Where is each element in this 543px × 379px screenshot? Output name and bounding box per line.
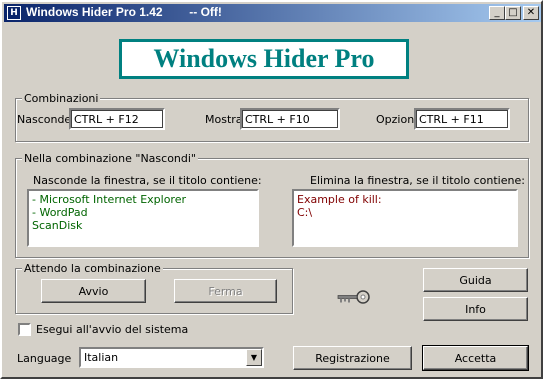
combinazioni-legend: Combinazioni [22, 92, 101, 105]
maximize-button[interactable]: □ [505, 6, 521, 20]
main-window: H Windows Hider Pro 1.42 -- Off! _ □ ✕ W… [0, 0, 543, 379]
mostra-hotkey-field[interactable]: CTRL + F10 [240, 108, 340, 130]
avvio-button[interactable]: Avvio [41, 279, 146, 303]
registrazione-button[interactable]: Registrazione [293, 346, 412, 370]
logo-text: Windows Hider Pro [153, 44, 375, 73]
language-label: Language [17, 352, 72, 365]
guida-button[interactable]: Guida [423, 268, 528, 292]
nascondi-legend: Nella combinazione "Nascondi" [22, 152, 198, 165]
startup-checkbox[interactable] [18, 323, 31, 336]
hide-list-label: Nasconde la finestra, se il titolo conti… [33, 174, 262, 187]
nasconde-label: Nasconde [17, 113, 72, 126]
nasconde-hotkey-field[interactable]: CTRL + F12 [69, 108, 165, 130]
startup-label: Esegui all'avvio del sistema [36, 323, 189, 336]
key-icon [337, 290, 370, 304]
window-title: Windows Hider Pro 1.42 -- Off! [26, 5, 222, 19]
kill-titles-list[interactable]: Example of kill: C:\ [292, 189, 518, 247]
title-bar[interactable]: H Windows Hider Pro 1.42 -- Off! _ □ ✕ [4, 4, 541, 22]
info-button[interactable]: Info [423, 297, 528, 321]
logo-banner: Windows Hider Pro [119, 39, 409, 79]
list-item[interactable]: Example of kill: [297, 193, 513, 206]
close-button[interactable]: ✕ [523, 6, 539, 20]
list-item[interactable]: ScanDisk [32, 219, 254, 232]
language-select[interactable]: Italian ▼ [79, 347, 264, 368]
attendo-legend: Attendo la combinazione [22, 262, 163, 275]
list-item[interactable]: - WordPad [32, 206, 254, 219]
chevron-down-icon[interactable]: ▼ [246, 349, 262, 366]
opzioni-hotkey-field[interactable]: CTRL + F11 [414, 108, 510, 130]
accetta-button[interactable]: Accetta [422, 345, 529, 371]
list-item[interactable]: C:\ [297, 206, 513, 219]
app-icon[interactable]: H [7, 6, 21, 20]
opzioni-label: Opzioni [376, 113, 418, 126]
mostra-label: Mostra [205, 113, 243, 126]
list-item[interactable]: - Microsoft Internet Explorer [32, 193, 254, 206]
kill-list-label: Elimina la finestra, se il titolo contie… [310, 174, 525, 187]
language-selected-value: Italian [84, 351, 119, 364]
minimize-button[interactable]: _ [489, 6, 505, 20]
hide-titles-list[interactable]: - Microsoft Internet Explorer - WordPad … [27, 189, 259, 247]
ferma-button[interactable]: Ferma [174, 279, 277, 303]
